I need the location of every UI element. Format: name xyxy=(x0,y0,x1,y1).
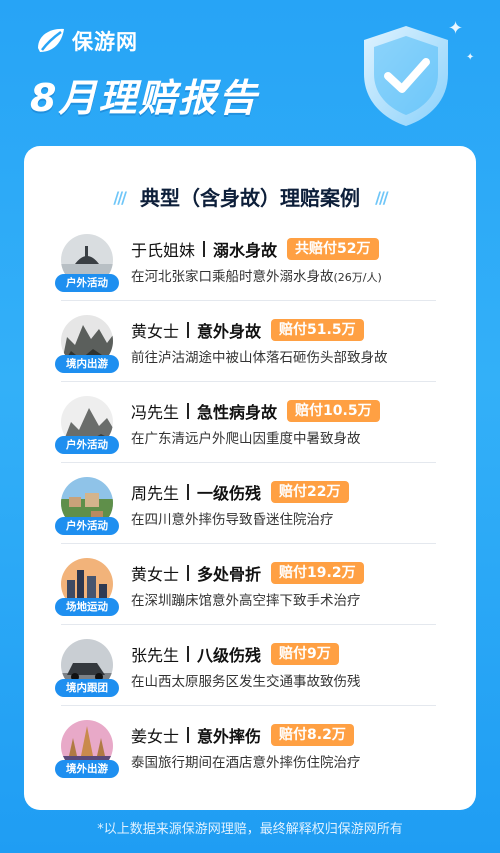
brand-logo: 保游网 xyxy=(34,26,138,56)
case-tag: 场地运动 xyxy=(55,598,119,616)
divider xyxy=(203,240,206,257)
claim-cause: 溺水身故 xyxy=(213,240,278,260)
case-description: 在四川意外摔伤导致昏迷住院治疗 xyxy=(131,511,334,528)
claimant-name: 张先生 xyxy=(131,645,180,665)
claim-amount-badge: 共赔付52万 xyxy=(287,237,379,260)
claims-card: /// 典型（含身故）理赔案例 /// 户外活动 于氏姐妹 溺水身故 共赔付52… xyxy=(24,146,476,810)
case-thumbnail: 户外活动 xyxy=(55,477,119,535)
case-thumbnail: 境外出游 xyxy=(55,720,119,778)
divider xyxy=(187,321,190,338)
claim-cause: 急性病身故 xyxy=(197,402,278,422)
case-tag: 境内出游 xyxy=(55,355,119,373)
case-description: 在河北张家口乘船时意外溺水身故(26万/人) xyxy=(131,265,382,285)
page-title: 8月理赔报告 xyxy=(30,76,259,120)
claim-cause: 多处骨折 xyxy=(197,564,262,584)
slash-decoration: /// xyxy=(375,188,388,207)
claim-amount-badge: 赔付9万 xyxy=(271,642,339,665)
claim-cause: 意外身故 xyxy=(197,321,262,341)
claimant-name: 于氏姐妹 xyxy=(131,240,196,260)
case-description: 在山西太原服务区发生交通事故致伤残 xyxy=(131,673,361,690)
case-thumbnail: 境内出游 xyxy=(55,315,119,373)
case-description-note: (26万/人) xyxy=(333,270,382,284)
claim-amount-badge: 赔付51.5万 xyxy=(271,318,364,341)
case-list: 户外活动 于氏姐妹 溺水身故 共赔付52万 在河北张家口乘船时意外溺水身故(26… xyxy=(55,220,436,786)
footer-disclaimer: *以上数据来源保游网理赔，最终解释权归保游网所有 xyxy=(97,822,403,837)
divider xyxy=(187,402,190,419)
divider xyxy=(187,483,190,500)
case-thumbnail: 场地运动 xyxy=(55,558,119,616)
case-tag: 境外出游 xyxy=(55,760,119,778)
case-item[interactable]: 户外活动 周先生 一级伤残 赔付22万 在四川意外摔伤导致昏迷住院治疗 xyxy=(55,463,436,544)
claim-amount-badge: 赔付8.2万 xyxy=(271,723,354,746)
section-header: /// 典型（含身故）理赔案例 /// xyxy=(24,182,476,211)
claim-amount-badge: 赔付19.2万 xyxy=(271,561,364,584)
shield-check-icon xyxy=(364,26,448,126)
case-description-text: 在河北张家口乘船时意外溺水身故 xyxy=(131,268,334,285)
case-description: 在深圳蹦床馆意外高空摔下致手术治疗 xyxy=(131,592,361,609)
claim-cause: 意外摔伤 xyxy=(197,726,262,746)
case-tag: 户外活动 xyxy=(55,436,119,454)
case-item[interactable]: 场地运动 黄女士 多处骨折 赔付19.2万 在深圳蹦床馆意外高空摔下致手术治疗 xyxy=(55,544,436,625)
slash-decoration: /// xyxy=(113,188,126,207)
divider xyxy=(187,564,190,581)
case-item[interactable]: 境内出游 黄女士 意外身故 赔付51.5万 前往泸沽湖途中被山体落石砸伤头部致身… xyxy=(55,301,436,382)
divider xyxy=(187,645,190,662)
divider xyxy=(187,726,190,743)
section-title: 典型（含身故）理赔案例 xyxy=(140,186,360,210)
case-thumbnail: 户外活动 xyxy=(55,234,119,292)
claim-amount-badge: 赔付10.5万 xyxy=(287,399,380,422)
case-tag: 户外活动 xyxy=(55,274,119,292)
sparkle-icon: ✦ xyxy=(466,52,475,63)
case-description: 前往泸沽湖途中被山体落石砸伤头部致身故 xyxy=(131,349,388,366)
case-item[interactable]: 户外活动 冯先生 急性病身故 赔付10.5万 在广东清远户外爬山因重度中暑致身故 xyxy=(55,382,436,463)
case-tag: 户外活动 xyxy=(55,517,119,535)
case-item[interactable]: 境内跟团 张先生 八级伤残 赔付9万 在山西太原服务区发生交通事故致伤残 xyxy=(55,625,436,706)
leaf-logo-icon xyxy=(38,28,64,52)
case-thumbnail: 境内跟团 xyxy=(55,639,119,697)
claim-cause: 一级伤残 xyxy=(197,483,262,503)
claimant-name: 黄女士 xyxy=(131,321,180,341)
brand-name: 保游网 xyxy=(72,30,138,54)
claimant-name: 黄女士 xyxy=(131,564,180,584)
case-tag: 境内跟团 xyxy=(55,679,119,697)
claimant-name: 姜女士 xyxy=(131,726,180,746)
case-item[interactable]: 户外活动 于氏姐妹 溺水身故 共赔付52万 在河北张家口乘船时意外溺水身故(26… xyxy=(55,220,436,301)
claimant-name: 周先生 xyxy=(131,483,180,503)
claim-cause: 八级伤残 xyxy=(197,645,262,665)
case-description: 泰国旅行期间在酒店意外摔伤住院治疗 xyxy=(131,754,361,771)
claimant-name: 冯先生 xyxy=(131,402,180,422)
case-description: 在广东清远户外爬山因重度中暑致身故 xyxy=(131,430,361,447)
claim-amount-badge: 赔付22万 xyxy=(271,480,349,503)
case-item[interactable]: 境外出游 姜女士 意外摔伤 赔付8.2万 泰国旅行期间在酒店意外摔伤住院治疗 xyxy=(55,706,436,786)
case-thumbnail: 户外活动 xyxy=(55,396,119,454)
